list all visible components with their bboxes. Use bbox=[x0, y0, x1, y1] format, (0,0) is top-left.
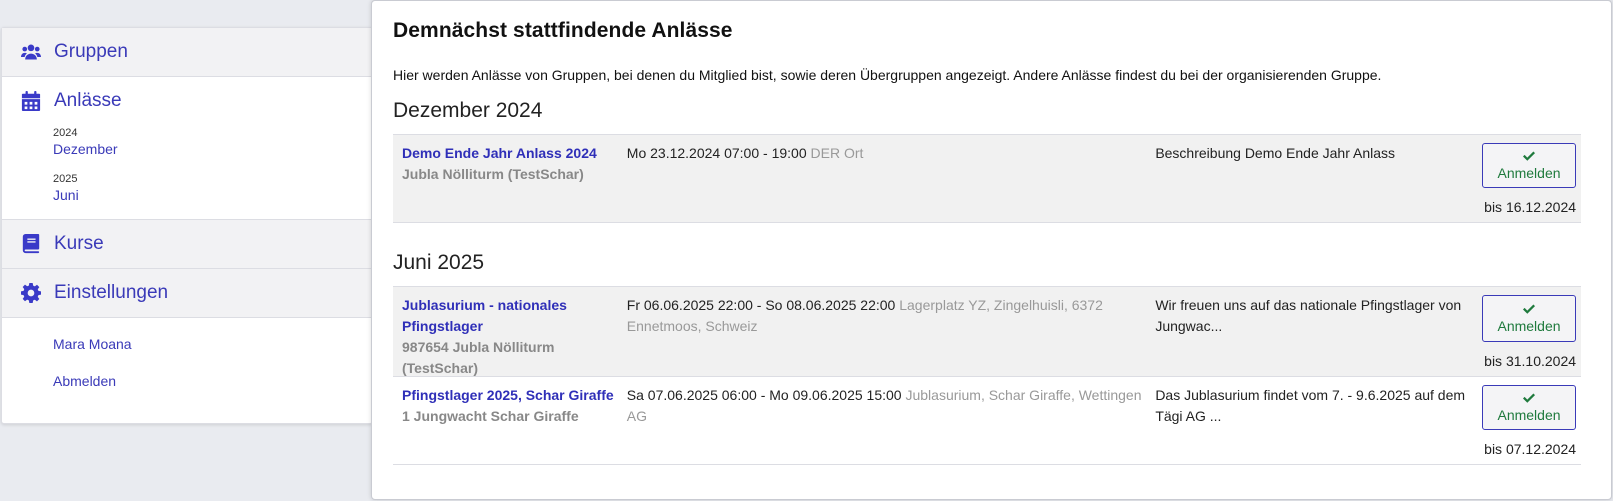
nav-settings: Einstellungen bbox=[2, 269, 372, 318]
month-link-dezember[interactable]: Dezember bbox=[53, 141, 118, 157]
sidebar-item-groups[interactable]: Gruppen bbox=[2, 28, 372, 76]
year-label: 2024 bbox=[53, 127, 78, 139]
event-name-cell: Pfingstlager 2025, Schar Giraffe 1 Jungw… bbox=[402, 385, 627, 457]
event-description: Das Jublasurium findet vom 7. - 9.6.2025… bbox=[1155, 387, 1466, 424]
events-submenu: 2024 Dezember 2025 Juni bbox=[2, 127, 372, 219]
user-links: Mara Moana Abmelden bbox=[2, 318, 372, 389]
event-description: Beschreibung Demo Ende Jahr Anlass bbox=[1155, 145, 1396, 161]
intro-text: Hier werden Anlässe von Gruppen, bei den… bbox=[393, 67, 1382, 83]
section-heading: Juni 2025 bbox=[393, 251, 485, 274]
event-dates: Mo 23.12.2024 07:00 - 19:00 bbox=[626, 145, 807, 161]
event-actions: Anmelden bis 31.10.2024 bbox=[1482, 295, 1577, 369]
event-name-cell: Jublasurium - nationales Pfingstlager 98… bbox=[402, 295, 627, 376]
page-title: Demnächst stattfindende Anlässe bbox=[393, 19, 733, 42]
nav-events: Anlässe 2024 Dezember 2025 Juni bbox=[2, 77, 372, 220]
event-link[interactable]: Demo Ende Jahr Anlass 2024 bbox=[402, 143, 627, 164]
year-label: 2025 bbox=[53, 173, 78, 185]
event-table: Demo Ende Jahr Anlass 2024 Jubla Nöllitu… bbox=[393, 134, 1581, 223]
signup-deadline: bis 16.12.2024 bbox=[1484, 199, 1577, 215]
calendar-icon bbox=[20, 90, 42, 112]
sidebar-item-label: Einstellungen bbox=[54, 282, 169, 303]
signup-button-label: Anmelden bbox=[1497, 165, 1561, 181]
event-date-cell: Fr 06.06.2025 22:00 - So 08.06.2025 22:0… bbox=[627, 295, 1156, 369]
event-actions: Anmelden bis 07.12.2024 bbox=[1482, 385, 1577, 457]
sidebar-item-label: Kurse bbox=[54, 233, 104, 254]
signup-deadline: bis 31.10.2024 bbox=[1484, 353, 1577, 369]
section-heading: Dezember 2024 bbox=[393, 99, 543, 122]
gear-icon bbox=[20, 282, 42, 304]
signup-button-label: Anmelden bbox=[1497, 318, 1561, 334]
event-group: 987654 Jubla Nölliturm (TestSchar) bbox=[402, 339, 555, 376]
event-name-cell: Demo Ende Jahr Anlass 2024 Jubla Nöllitu… bbox=[402, 143, 627, 215]
table-row: Pfingstlager 2025, Schar Giraffe 1 Jungw… bbox=[393, 377, 1581, 465]
event-dates: Fr 06.06.2025 22:00 - So 08.06.2025 22:0… bbox=[626, 297, 896, 313]
table-row: Demo Ende Jahr Anlass 2024 Jubla Nöllitu… bbox=[393, 135, 1581, 223]
event-table: Jublasurium - nationales Pfingstlager 98… bbox=[393, 286, 1581, 465]
sidebar-item-courses[interactable]: Kurse bbox=[2, 220, 372, 268]
event-date-cell: Mo 23.12.2024 07:00 - 19:00 DER Ort bbox=[627, 143, 1156, 215]
month-link-juni[interactable]: Juni bbox=[53, 187, 79, 203]
event-location: DER Ort bbox=[810, 145, 864, 161]
event-group: Jubla Nölliturm (TestSchar) bbox=[402, 166, 584, 182]
main-panel: Demnächst stattfindende Anlässe Hier wer… bbox=[371, 0, 1612, 500]
logout-link[interactable]: Abmelden bbox=[53, 373, 372, 389]
event-actions: Anmelden bis 16.12.2024 bbox=[1482, 143, 1577, 215]
user-profile-link[interactable]: Mara Moana bbox=[53, 336, 372, 352]
sidebar: Gruppen Anlässe 2024 Dezember 2025 Juni … bbox=[1, 27, 373, 424]
signup-button[interactable]: Anmelden bbox=[1482, 295, 1577, 342]
event-description: Wir freuen uns auf das nationale Pfingst… bbox=[1155, 297, 1462, 334]
event-dates: Sa 07.06.2025 06:00 - Mo 09.06.2025 15:0… bbox=[626, 387, 902, 403]
sidebar-item-label: Gruppen bbox=[54, 41, 128, 62]
check-icon bbox=[1523, 393, 1536, 403]
event-group: 1 Jungwacht Schar Giraffe bbox=[402, 408, 579, 424]
event-date-cell: Sa 07.06.2025 06:00 - Mo 09.06.2025 15:0… bbox=[627, 385, 1156, 457]
sidebar-item-events[interactable]: Anlässe bbox=[2, 77, 372, 125]
signup-button-label: Anmelden bbox=[1497, 407, 1561, 423]
signup-button[interactable]: Anmelden bbox=[1482, 143, 1577, 188]
event-link[interactable]: Jublasurium - nationales Pfingstlager bbox=[402, 295, 627, 337]
sidebar-item-settings[interactable]: Einstellungen bbox=[2, 269, 372, 317]
check-icon bbox=[1523, 304, 1536, 314]
sidebar-item-label: Anlässe bbox=[54, 90, 122, 111]
event-link[interactable]: Pfingstlager 2025, Schar Giraffe bbox=[402, 385, 627, 406]
check-icon bbox=[1523, 151, 1536, 161]
book-icon bbox=[20, 233, 42, 255]
nav-courses: Kurse bbox=[2, 220, 372, 269]
table-row: Jublasurium - nationales Pfingstlager 98… bbox=[393, 287, 1581, 377]
users-icon bbox=[20, 41, 42, 63]
nav-groups[interactable]: Gruppen bbox=[2, 28, 372, 77]
signup-deadline: bis 07.12.2024 bbox=[1484, 441, 1577, 457]
signup-button[interactable]: Anmelden bbox=[1482, 385, 1577, 430]
